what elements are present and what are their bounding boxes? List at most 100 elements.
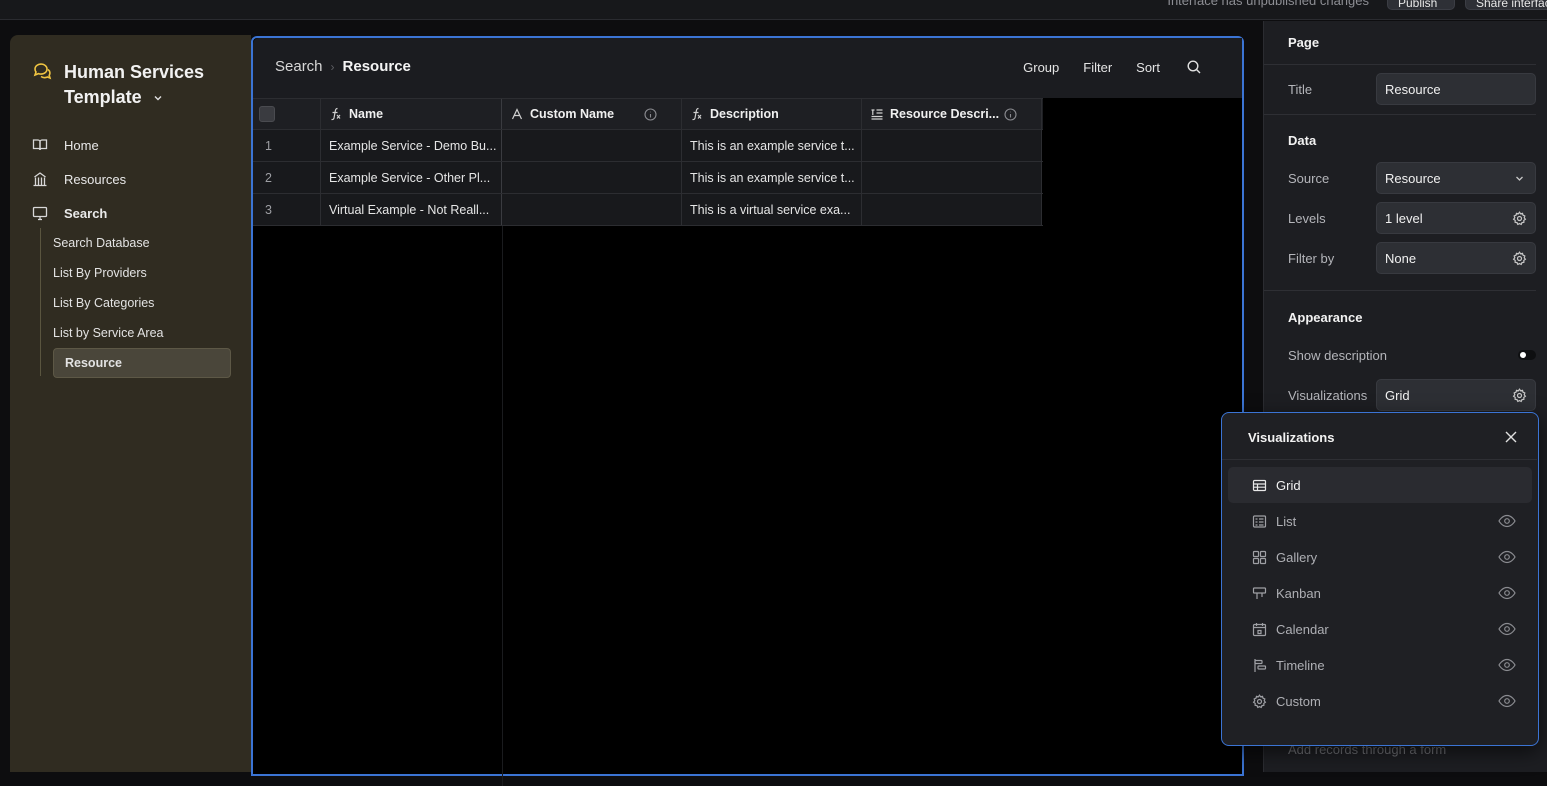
visualization-label: Calendar (1276, 621, 1329, 637)
select-all-checkbox[interactable] (259, 106, 275, 122)
visualizations-field[interactable]: Grid (1376, 379, 1536, 411)
eye-icon[interactable] (1498, 694, 1516, 708)
grid-icon (1252, 478, 1267, 493)
gear-icon[interactable] (1512, 211, 1527, 226)
visualization-option-grid[interactable]: Grid (1228, 467, 1532, 503)
sidebar-item-list-by-providers[interactable]: List By Providers (41, 258, 232, 288)
gear-icon[interactable] (1512, 388, 1527, 403)
unpublished-notice: Interface has unpublished changes (1167, 0, 1369, 8)
visualization-option-kanban[interactable]: Kanban (1228, 575, 1532, 611)
formula-icon (690, 107, 704, 121)
cell-custom-name[interactable] (502, 162, 682, 193)
building-icon (32, 171, 48, 187)
share-interface-button[interactable]: Share interface (1465, 0, 1547, 10)
visualization-option-list[interactable]: List (1228, 503, 1532, 539)
eye-icon[interactable] (1498, 586, 1516, 600)
publish-button[interactable]: Publish (1387, 0, 1455, 10)
eye-icon[interactable] (1498, 514, 1516, 528)
column-header-description[interactable]: Description (682, 99, 862, 129)
visualizations-label: Visualizations (1288, 388, 1368, 403)
show-description-toggle[interactable] (1518, 350, 1536, 360)
group-button[interactable]: Group (1023, 60, 1059, 75)
cell-name[interactable]: Virtual Example - Not Reall... (321, 194, 502, 225)
sidebar-item-list-by-service-area[interactable]: List by Service Area (41, 318, 232, 348)
column-header-custom-name[interactable]: Custom Name (502, 99, 682, 129)
cell-custom-name[interactable] (502, 194, 682, 225)
chevron-down-icon (1512, 171, 1527, 186)
cell-custom-name[interactable] (502, 130, 682, 161)
close-icon[interactable] (1504, 430, 1518, 444)
grid-header-row: Name Custom Name Description Resource De… (253, 98, 1043, 130)
popover-title: Visualizations (1248, 430, 1335, 445)
visualization-option-calendar[interactable]: Calendar (1228, 611, 1532, 647)
cell-resource-description[interactable] (862, 162, 1042, 193)
page-canvas[interactable]: Search › Resource Group Filter Sort Name (251, 36, 1244, 786)
column-header-resource-description[interactable]: Resource Descri... (862, 99, 1042, 129)
table-row[interactable]: 1 Example Service - Demo Bu... This is a… (253, 130, 1043, 162)
breadcrumb-parent[interactable]: Search (275, 58, 323, 75)
levels-value: 1 level (1385, 210, 1423, 226)
eye-icon[interactable] (1498, 622, 1516, 636)
info-icon[interactable] (1004, 107, 1017, 121)
source-value: Resource (1385, 170, 1441, 186)
list-icon (1252, 514, 1267, 529)
custom-icon (1252, 693, 1267, 709)
levels-field[interactable]: 1 level (1376, 202, 1536, 234)
records-grid: Name Custom Name Description Resource De… (253, 98, 1043, 226)
sidebar-item-resources[interactable]: Resources (32, 162, 242, 196)
sidebar-item-home[interactable]: Home (32, 128, 242, 162)
timeline-icon (1252, 658, 1267, 673)
cell-description[interactable]: This is an example service t... (682, 130, 862, 161)
search-icon[interactable] (1186, 59, 1202, 75)
title-value: Resource (1385, 81, 1441, 97)
column-header-name[interactable]: Name (321, 99, 502, 129)
monitor-icon (32, 205, 48, 221)
visualization-label: Grid (1276, 477, 1301, 493)
table-row[interactable]: 2 Example Service - Other Pl... This is … (253, 162, 1043, 194)
filter-button[interactable]: Filter (1083, 60, 1112, 75)
visualization-option-gallery[interactable]: Gallery (1228, 539, 1532, 575)
book-icon (32, 137, 48, 153)
gallery-icon (1252, 550, 1267, 565)
source-select[interactable]: Resource (1376, 162, 1536, 194)
row-index: 1 (253, 130, 321, 161)
table-row[interactable]: 3 Virtual Example - Not Reall... This is… (253, 194, 1043, 226)
source-label: Source (1288, 171, 1330, 186)
table-toolbar: Group Filter Sort (999, 59, 1202, 75)
app-switcher[interactable]: Human Services Template (32, 60, 214, 110)
visualization-option-timeline[interactable]: Timeline (1228, 647, 1532, 683)
divider (1264, 64, 1536, 65)
cell-name[interactable]: Example Service - Demo Bu... (321, 130, 502, 161)
sidebar-item-label: Search (64, 205, 108, 221)
cell-description[interactable]: This is a virtual service exa... (682, 194, 862, 225)
title-field[interactable]: Resource (1376, 73, 1536, 105)
app-name: Human Services Template (64, 62, 205, 107)
eye-icon[interactable] (1498, 658, 1516, 672)
page-section-title: Page (1288, 35, 1320, 50)
sidebar-item-search[interactable]: Search (32, 196, 242, 230)
visualization-label: Kanban (1276, 585, 1321, 601)
cell-name[interactable]: Example Service - Other Pl... (321, 162, 502, 193)
column-header-label: Name (349, 107, 384, 121)
top-bar: Interface has unpublished changes Publis… (0, 0, 1547, 20)
column-header-label: Description (710, 107, 779, 121)
visualization-option-custom[interactable]: Custom (1228, 683, 1532, 719)
cell-resource-description[interactable] (862, 194, 1042, 225)
eye-icon[interactable] (1498, 550, 1516, 564)
calendar-icon (1252, 622, 1267, 637)
cell-resource-description[interactable] (862, 130, 1042, 161)
text-icon (510, 107, 524, 121)
sort-button[interactable]: Sort (1136, 60, 1160, 75)
sidebar-item-list-by-categories[interactable]: List By Categories (41, 288, 232, 318)
info-icon[interactable] (644, 107, 657, 121)
show-description-label: Show description (1288, 348, 1387, 363)
filter-by-field[interactable]: None (1376, 242, 1536, 274)
table-header-bar: Search › Resource Group Filter Sort (253, 38, 1242, 98)
gear-icon[interactable] (1512, 251, 1527, 266)
visualization-label: List (1276, 513, 1297, 529)
chevron-down-icon (153, 93, 163, 103)
app-sidebar: Human Services Template Home Resources S… (10, 35, 251, 772)
sidebar-item-resource[interactable]: Resource (53, 348, 231, 378)
sidebar-item-search-database[interactable]: Search Database (41, 228, 232, 258)
cell-description[interactable]: This is an example service t... (682, 162, 862, 193)
